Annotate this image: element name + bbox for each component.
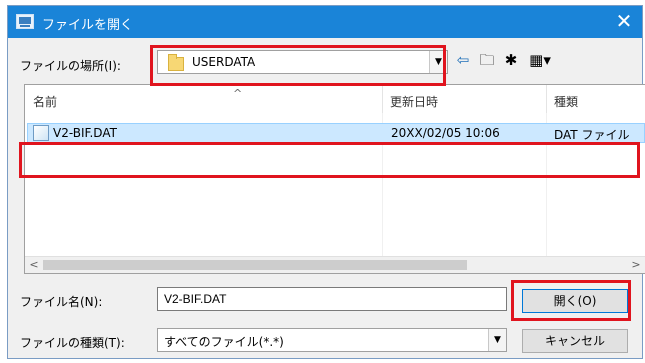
new-folder-icon[interactable]: ✱ xyxy=(502,51,520,69)
scroll-right-icon[interactable]: > xyxy=(628,258,644,272)
filename-input[interactable] xyxy=(157,287,507,311)
sort-indicator-icon: ^ xyxy=(233,87,243,100)
title-bar[interactable]: ファイルを開く ✕ xyxy=(8,6,642,38)
file-modified: 20XX/02/05 10:06 xyxy=(391,126,500,140)
location-label: ファイルの場所(I): xyxy=(20,59,121,73)
chevron-down-icon[interactable]: ▼ xyxy=(488,329,506,351)
file-icon xyxy=(33,125,49,141)
filetype-value: すべてのファイル(*.*) xyxy=(164,335,284,349)
highlight-file-row xyxy=(19,142,640,178)
highlight-location xyxy=(150,45,446,86)
up-folder-icon[interactable]: 🗀 xyxy=(478,51,496,69)
cancel-button[interactable]: キャンセル xyxy=(522,329,628,353)
scroll-left-icon[interactable]: < xyxy=(26,258,42,272)
horizontal-scrollbar[interactable]: < > xyxy=(25,256,645,273)
file-list[interactable]: 名前 ^ 更新日時 種類 V2-BIF.DAT 20XX/02/05 10:06… xyxy=(24,84,645,274)
file-name: V2-BIF.DAT xyxy=(53,126,117,140)
close-icon[interactable]: ✕ xyxy=(612,9,636,33)
filetype-label: ファイルの種類(T): xyxy=(20,336,125,350)
filename-label: ファイル名(N): xyxy=(20,295,103,309)
filetype-select[interactable]: すべてのファイル(*.*) ▼ xyxy=(157,328,507,352)
file-type: DAT ファイル xyxy=(554,128,630,142)
back-icon[interactable]: ⇦ xyxy=(454,51,472,69)
column-header-type[interactable]: 種類 xyxy=(548,85,644,113)
dialog-title: ファイルを開く xyxy=(42,18,134,33)
column-header-name[interactable]: 名前 xyxy=(27,85,383,113)
column-divider[interactable] xyxy=(382,85,383,113)
scrollbar-thumb[interactable] xyxy=(43,260,467,270)
view-menu-icon[interactable]: ▦▾ xyxy=(526,51,554,69)
column-divider[interactable] xyxy=(546,85,547,113)
app-icon xyxy=(16,14,34,29)
file-row[interactable]: V2-BIF.DAT 20XX/02/05 10:06 DAT ファイル xyxy=(27,123,645,143)
highlight-open-button xyxy=(511,280,631,321)
column-header-modified[interactable]: 更新日時 xyxy=(384,85,547,113)
